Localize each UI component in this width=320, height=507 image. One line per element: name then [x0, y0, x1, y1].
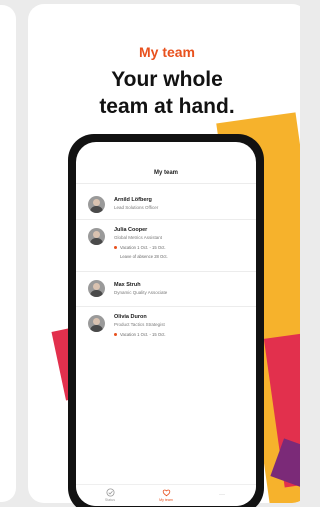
tab-more[interactable]: ···: [202, 488, 242, 498]
member-role: Product Tactics Strategist: [114, 322, 165, 327]
heart-icon: [162, 489, 170, 497]
status-text: Vacation 1 Oct. - 15 Oct.: [120, 332, 166, 337]
avatar: [88, 228, 105, 245]
avatar: [88, 280, 105, 297]
screen-title: My team: [153, 170, 178, 176]
phone-mockup: My team Arnild Löfberg Lead Solutions Of…: [68, 134, 264, 507]
status-line: Vacation 1 Oct. - 15 Oct.: [114, 332, 166, 337]
status-line: Leave of absence 28 Oct.: [114, 254, 168, 259]
tab-label: Status: [104, 498, 116, 502]
row-divider: [76, 219, 256, 220]
avatar: [88, 196, 105, 213]
status-line: Vacation 1 Oct. - 15 Oct.: [114, 245, 166, 250]
avatar: [88, 315, 105, 332]
member-name: Olivia Duron: [114, 314, 147, 320]
member-name: Arnild Löfberg: [114, 197, 152, 203]
app-store-screenshot: My team Your whole team at hand. My team…: [0, 0, 300, 507]
row-divider: [76, 306, 256, 307]
member-name: Julia Cooper: [114, 227, 148, 233]
headline-line-2: team at hand.: [99, 95, 235, 118]
tab-label: My team: [159, 498, 173, 502]
tab-status[interactable]: Status: [90, 488, 130, 502]
phone-screen: My team Arnild Löfberg Lead Solutions Of…: [76, 142, 256, 506]
section-eyebrow: My team: [138, 44, 196, 60]
row-divider: [76, 271, 256, 272]
status-dot-icon: [114, 246, 117, 250]
status-dot-icon: [114, 333, 117, 337]
title-divider: [76, 183, 256, 184]
check-circle-icon: [105, 488, 115, 497]
member-role: Global Metrics Assistant: [114, 235, 163, 240]
tab-my-team[interactable]: My team: [146, 488, 186, 502]
member-role: Lead Solutions Officer: [114, 205, 159, 210]
headline: Your whole team at hand.: [0, 66, 300, 120]
status-text: Leave of absence 28 Oct.: [120, 254, 168, 259]
more-icon: ···: [219, 492, 225, 498]
bottom-tab-bar: Status My team ···: [76, 484, 256, 506]
status-text: Vacation 1 Oct. - 15 Oct.: [120, 245, 166, 250]
headline-line-1: Your whole: [111, 68, 223, 91]
member-name: Max Struh: [114, 282, 141, 288]
member-role: Dynamic Quality Associate: [114, 290, 168, 295]
